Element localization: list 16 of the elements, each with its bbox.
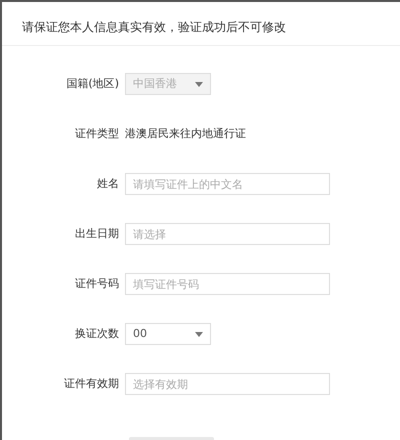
field-label: 证件类型 [75,126,119,142]
field-label: 国籍(地区) [66,76,119,92]
field-label: 证件有效期 [64,376,119,392]
field-label: 证件号码 [75,276,119,292]
field-label: 姓名 [97,176,119,192]
field-label: 换证次数 [75,326,119,342]
input-field[interactable]: 选择有效期 [125,373,330,395]
input-field[interactable]: 填写证件号码 [125,273,330,295]
caret-icon [195,332,203,336]
input-field[interactable]: 请选择 [125,223,330,245]
notice-text: 请保证您本人信息真实有效，验证成功后不可修改 [22,19,286,36]
caret-icon [195,82,203,86]
field-value: 港澳居民来往内地通行证 [125,126,246,142]
input-field[interactable]: 请填写证件上的中文名 [125,173,330,195]
select-field[interactable]: 00 [125,323,211,345]
field-label: 出生日期 [75,226,119,242]
